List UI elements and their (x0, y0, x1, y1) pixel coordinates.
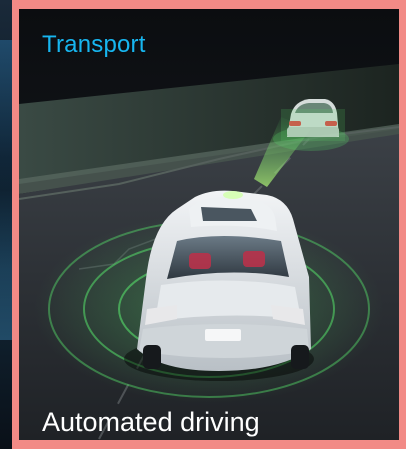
autonomous-car-illustration (19, 9, 399, 440)
adjacent-card-edge (0, 0, 12, 449)
transport-card[interactable]: Transport Automated driving (19, 9, 399, 440)
card-caption: Automated driving (42, 407, 260, 437)
card-category-label: Transport (42, 31, 146, 58)
